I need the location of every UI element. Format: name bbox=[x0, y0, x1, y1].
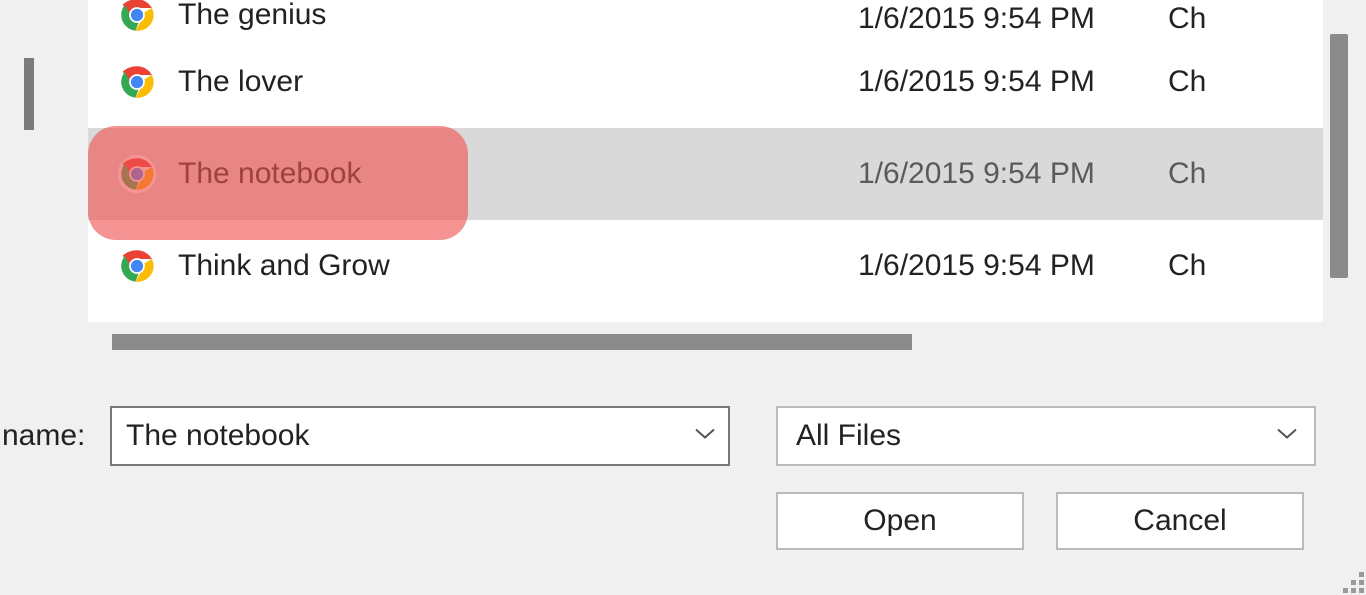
file-name-cell: The genius bbox=[88, 0, 858, 36]
filetype-select[interactable]: All Files bbox=[776, 406, 1316, 466]
vertical-scrollbar-thumb[interactable] bbox=[1330, 34, 1348, 278]
open-button[interactable]: Open bbox=[776, 492, 1024, 550]
dialog-footer: name: All Files Open Cancel bbox=[0, 352, 1366, 595]
file-name-cell: The notebook bbox=[88, 153, 858, 195]
file-type: Ch bbox=[1168, 65, 1206, 99]
open-button-label: Open bbox=[863, 504, 936, 538]
resize-grip-icon[interactable] bbox=[1338, 567, 1364, 593]
chrome-icon bbox=[116, 245, 158, 287]
chrome-icon bbox=[116, 0, 158, 36]
filename-label: name: bbox=[0, 419, 110, 453]
chrome-icon bbox=[116, 61, 158, 103]
vertical-scrollbar-track[interactable] bbox=[1323, 0, 1352, 322]
cancel-button-label: Cancel bbox=[1133, 504, 1226, 538]
horizontal-scrollbar-thumb[interactable] bbox=[112, 334, 912, 350]
file-date: 1/6/2015 9:54 PM bbox=[858, 249, 1168, 283]
filename-row: name: All Files bbox=[0, 406, 1366, 466]
file-name: The genius bbox=[178, 0, 326, 32]
file-row[interactable]: Think and Grow 1/6/2015 9:54 PM Ch bbox=[88, 220, 1352, 312]
file-row[interactable]: The lover 1/6/2015 9:54 PM Ch bbox=[88, 36, 1352, 128]
file-list: The genius 1/6/2015 9:54 PM Ch The lover… bbox=[88, 0, 1352, 322]
filetype-selected-label: All Files bbox=[796, 419, 901, 453]
cancel-button[interactable]: Cancel bbox=[1056, 492, 1304, 550]
file-type: Ch bbox=[1168, 157, 1206, 191]
left-indicator-bar bbox=[24, 58, 34, 130]
file-row[interactable]: The notebook 1/6/2015 9:54 PM Ch bbox=[88, 128, 1352, 220]
file-name-cell: Think and Grow bbox=[88, 245, 858, 287]
filetype-selected[interactable]: All Files bbox=[776, 406, 1316, 466]
file-date: 1/6/2015 9:54 PM bbox=[858, 157, 1168, 191]
chrome-icon bbox=[116, 153, 158, 195]
file-type: Ch bbox=[1168, 249, 1206, 283]
file-date: 1/6/2015 9:54 PM bbox=[858, 2, 1168, 36]
file-name: The lover bbox=[178, 65, 303, 99]
filename-combobox[interactable] bbox=[110, 406, 730, 466]
filename-input[interactable] bbox=[110, 406, 730, 466]
file-name: Think and Grow bbox=[178, 249, 390, 283]
file-date: 1/6/2015 9:54 PM bbox=[858, 65, 1168, 99]
file-type: Ch bbox=[1168, 2, 1206, 36]
file-name: The notebook bbox=[178, 157, 361, 191]
dialog-buttons: Open Cancel bbox=[776, 492, 1304, 550]
file-name-cell: The lover bbox=[88, 61, 858, 103]
file-row[interactable]: The genius 1/6/2015 9:54 PM Ch bbox=[88, 0, 1352, 36]
